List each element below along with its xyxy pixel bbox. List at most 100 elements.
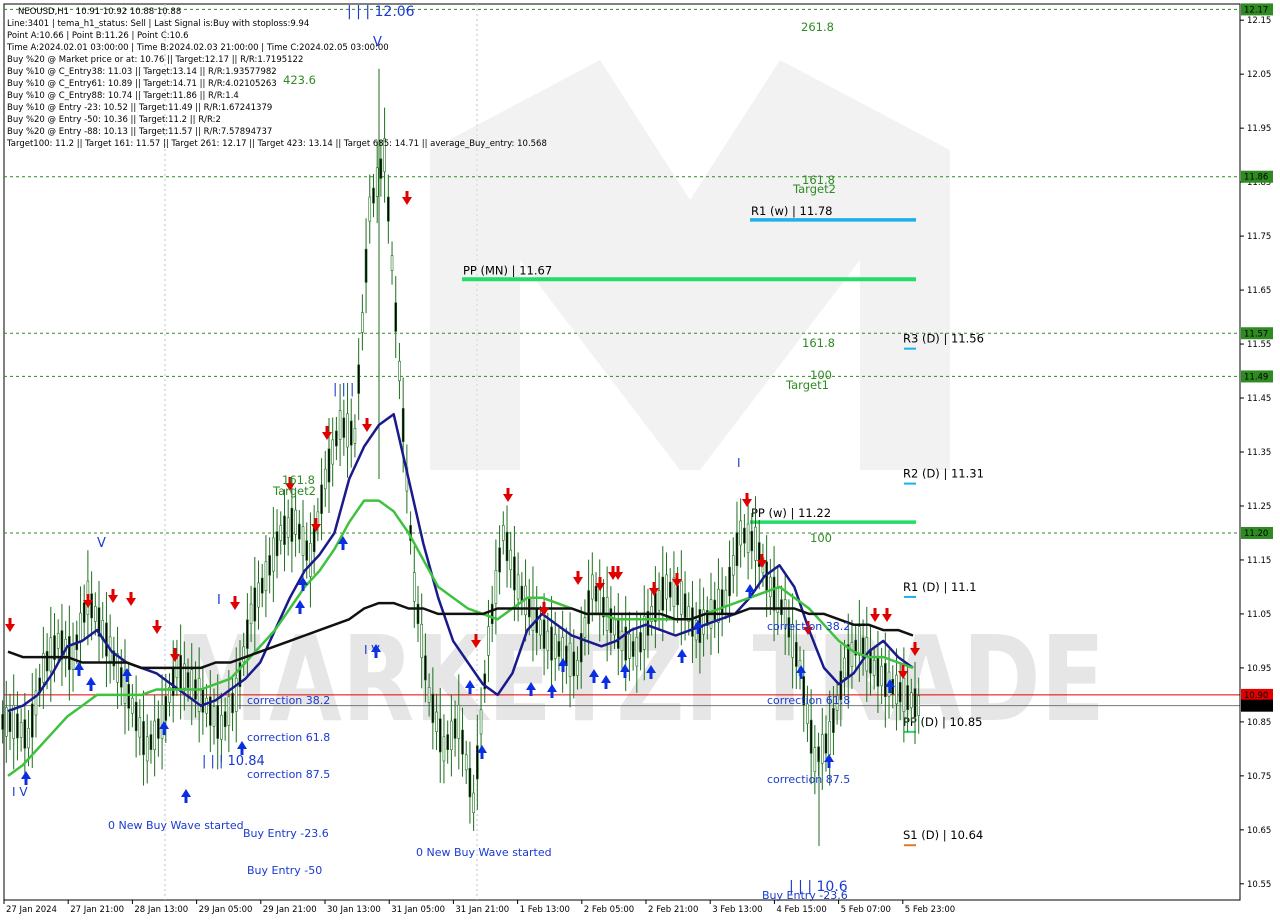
candle-body	[869, 648, 872, 674]
candle-body	[379, 158, 383, 179]
wave-label: I V	[12, 785, 28, 799]
candle-body	[290, 507, 294, 542]
candle-body	[186, 672, 190, 688]
candle-body	[134, 701, 138, 732]
candle-body	[27, 727, 30, 749]
x-tick-label: 4 Feb 15:00	[776, 905, 826, 915]
price-badge-label: 12.17	[1244, 5, 1268, 15]
candle-body	[272, 537, 275, 572]
candle-body	[372, 187, 375, 204]
pivot-label: PP (MN) | 11.67	[463, 263, 552, 277]
candle-body	[683, 593, 687, 619]
wave-label: | | | 10.84	[202, 754, 265, 769]
candle-body	[754, 526, 757, 561]
candle-body	[94, 606, 97, 622]
symbol-label: NEOUSD,H1	[18, 7, 69, 17]
candle-body	[342, 417, 346, 438]
candle-body	[628, 633, 631, 659]
candle-body	[23, 719, 27, 749]
x-tick-label: 31 Jan 21:00	[455, 905, 509, 915]
candle-body	[249, 603, 253, 625]
candle-body	[79, 612, 82, 643]
candle-body	[220, 714, 223, 740]
candle-body	[353, 427, 357, 444]
candle-body	[312, 527, 316, 553]
candle-body	[361, 312, 364, 333]
candle-body	[145, 736, 149, 762]
candle-body	[468, 767, 472, 798]
candle-body	[898, 682, 902, 703]
x-tick-label: 29 Jan 05:00	[199, 905, 253, 915]
candle-body	[420, 623, 424, 658]
x-tick-label: 5 Feb 07:00	[841, 905, 891, 915]
candle-body	[268, 555, 271, 576]
candle-body	[817, 746, 820, 763]
candle-body	[446, 734, 449, 750]
price-badge-label: 10.88	[1244, 702, 1268, 712]
candle-body	[264, 561, 268, 591]
candle-body	[190, 669, 194, 699]
info-line: Buy %20 @ Market price or at: 10.76 || T…	[7, 55, 303, 65]
info-line: Buy %10 @ C_Entry38: 11.03 || Target:13.…	[7, 67, 277, 77]
candle-body	[665, 574, 668, 600]
candle-body	[494, 570, 498, 604]
candle-body	[743, 527, 746, 544]
candle-body	[442, 736, 446, 762]
candle-body	[832, 708, 835, 733]
candle-body	[858, 626, 861, 656]
candle-body	[616, 619, 620, 649]
candle-body	[327, 448, 331, 483]
annotation-label: correction 87.5	[247, 768, 330, 781]
candle-body	[1, 714, 4, 730]
candle-body	[479, 709, 483, 735]
candle-body	[283, 515, 286, 545]
candle-body	[398, 360, 401, 382]
candle-body	[731, 555, 735, 576]
info-line: Buy %10 @ C_Entry88: 10.74 || Target:11.…	[7, 91, 239, 101]
chart-window: MARKETZI TRADE R1 (w) | 11.78 PP (MN) | 1…	[0, 0, 1280, 920]
candle-body	[68, 636, 71, 670]
candle-body	[750, 530, 754, 552]
wave-label: | | |	[333, 382, 354, 397]
candle-body	[30, 703, 34, 738]
fib-level-label: 261.8	[801, 20, 834, 34]
y-tick-label: 11.25	[1247, 502, 1271, 512]
annotation-label: correction 61.8	[767, 694, 850, 707]
candle-body	[527, 597, 531, 618]
candle-body	[476, 745, 479, 780]
candle-body	[546, 630, 550, 652]
candle-body	[795, 642, 798, 667]
candle-body	[279, 525, 283, 541]
candle-body	[179, 655, 182, 689]
candle-body	[913, 688, 917, 718]
x-tick-label: 27 Jan 21:00	[70, 905, 124, 915]
candle-body	[82, 602, 86, 623]
candle-body	[105, 622, 108, 657]
candle-body	[453, 718, 457, 739]
candle-body	[416, 603, 420, 625]
candle-body	[884, 663, 887, 697]
wave-label: V	[97, 536, 106, 551]
candle-body	[153, 720, 156, 751]
candle-body	[242, 646, 245, 663]
candle-body	[438, 718, 442, 753]
fib-level-label: 423.6	[283, 73, 316, 87]
candle-body	[216, 704, 220, 739]
y-tick-label: 11.15	[1247, 556, 1271, 566]
candle-body	[223, 711, 227, 728]
candle-body	[119, 667, 123, 688]
y-tick-label: 10.65	[1247, 826, 1271, 836]
y-tick-label: 11.65	[1247, 286, 1271, 296]
candle-body	[71, 644, 75, 670]
pivot-label: S1 (D) | 10.64	[903, 828, 983, 842]
annotation-label: correction 38.2	[247, 694, 330, 707]
candle-body	[717, 588, 720, 623]
wave-label: I	[737, 456, 741, 470]
candle-body	[149, 734, 153, 750]
annotation-label: 0 New Buy Wave started	[416, 846, 552, 859]
candle-body	[164, 695, 168, 721]
pivot-label: PP (w) | 11.22	[751, 506, 831, 520]
candle-body	[676, 584, 679, 606]
candle-body	[461, 729, 464, 755]
candle-body	[338, 410, 342, 440]
